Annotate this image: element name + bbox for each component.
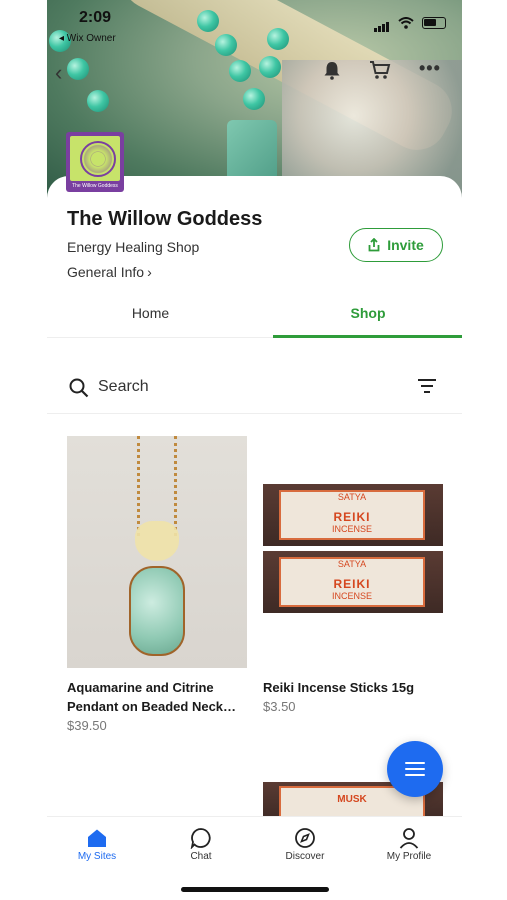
bottom-navigation: My Sites Chat Discover My Profile [47,816,462,900]
quick-actions-button[interactable] [387,741,443,797]
bell-icon[interactable] [323,60,341,80]
incense-type: INCENSE [331,591,372,601]
product-name[interactable]: Reiki Incense Sticks 15g [263,678,443,697]
search-bar[interactable]: Search [47,360,462,414]
search-icon [69,378,89,398]
product-card[interactable]: SATYA REIKI INCENSE SATYA REIKI INCENSE Reik… [263,436,443,714]
nav-my-sites[interactable]: My Sites [47,825,147,862]
nav-my-profile[interactable]: My Profile [359,825,459,862]
wifi-icon [398,17,414,29]
site-logo: The Willow Goddess [66,132,124,192]
product-image[interactable] [67,436,247,668]
tab-home[interactable]: Home [47,294,254,338]
tab-bar: Home Shop [47,294,462,338]
nav-label: My Profile [386,851,432,862]
incense-brand: SATYA [337,559,367,569]
nav-label: Discover [285,851,325,862]
incense-name: REIKI [333,577,371,591]
home-icon [88,829,106,847]
site-subtitle: Energy Healing Shop [67,239,200,255]
general-info-label: General Info [67,264,145,280]
nav-discover[interactable]: Discover [255,825,355,862]
product-price: $39.50 [67,718,107,733]
profile-icon [399,828,419,849]
search-label: Search [98,378,149,395]
incense-name: REIKI [333,510,371,524]
product-name[interactable]: Aquamarine and Citrine Pendant on Beaded… [67,678,247,716]
compass-icon [295,828,315,848]
nav-label: Chat [190,851,212,862]
back-chevron-icon[interactable]: ‹ [55,60,62,86]
logo-caption: The Willow Goddess [72,183,118,189]
cart-icon[interactable] [369,60,391,80]
more-options-icon[interactable]: ••• [419,58,441,79]
invite-button[interactable]: Invite [349,228,443,262]
battery-icon [422,17,446,29]
status-time: 2:09 [79,9,112,26]
nav-label: My Sites [77,851,117,862]
filter-icon[interactable] [417,377,437,395]
chevron-right-icon: › [147,264,152,280]
app-screen: 2:09 ◂ Wix Owner ‹ ••• The Willow Goddes… [47,0,462,900]
invite-label: Invite [387,237,424,253]
share-icon [368,238,380,252]
site-title: The Willow Goddess [67,208,263,230]
general-info-link[interactable]: General Info › [67,264,152,280]
incense-type: INCENSE [331,524,372,534]
home-indicator[interactable] [181,887,329,892]
status-bar: 2:09 ◂ Wix Owner [47,0,462,50]
nav-chat[interactable]: Chat [151,825,251,862]
incense-brand: SATYA [337,492,367,502]
product-price: $3.50 [263,699,296,714]
signal-icon [374,14,390,32]
incense-name: MUSK [337,794,367,805]
product-card[interactable]: Aquamarine and Citrine Pendant on Beaded… [67,436,247,733]
tab-shop[interactable]: Shop [273,294,462,338]
product-image[interactable]: SATYA REIKI INCENSE SATYA REIKI INCENSE [263,436,443,668]
chat-icon [190,828,211,849]
back-to-app-link[interactable]: ◂ Wix Owner [59,33,116,44]
